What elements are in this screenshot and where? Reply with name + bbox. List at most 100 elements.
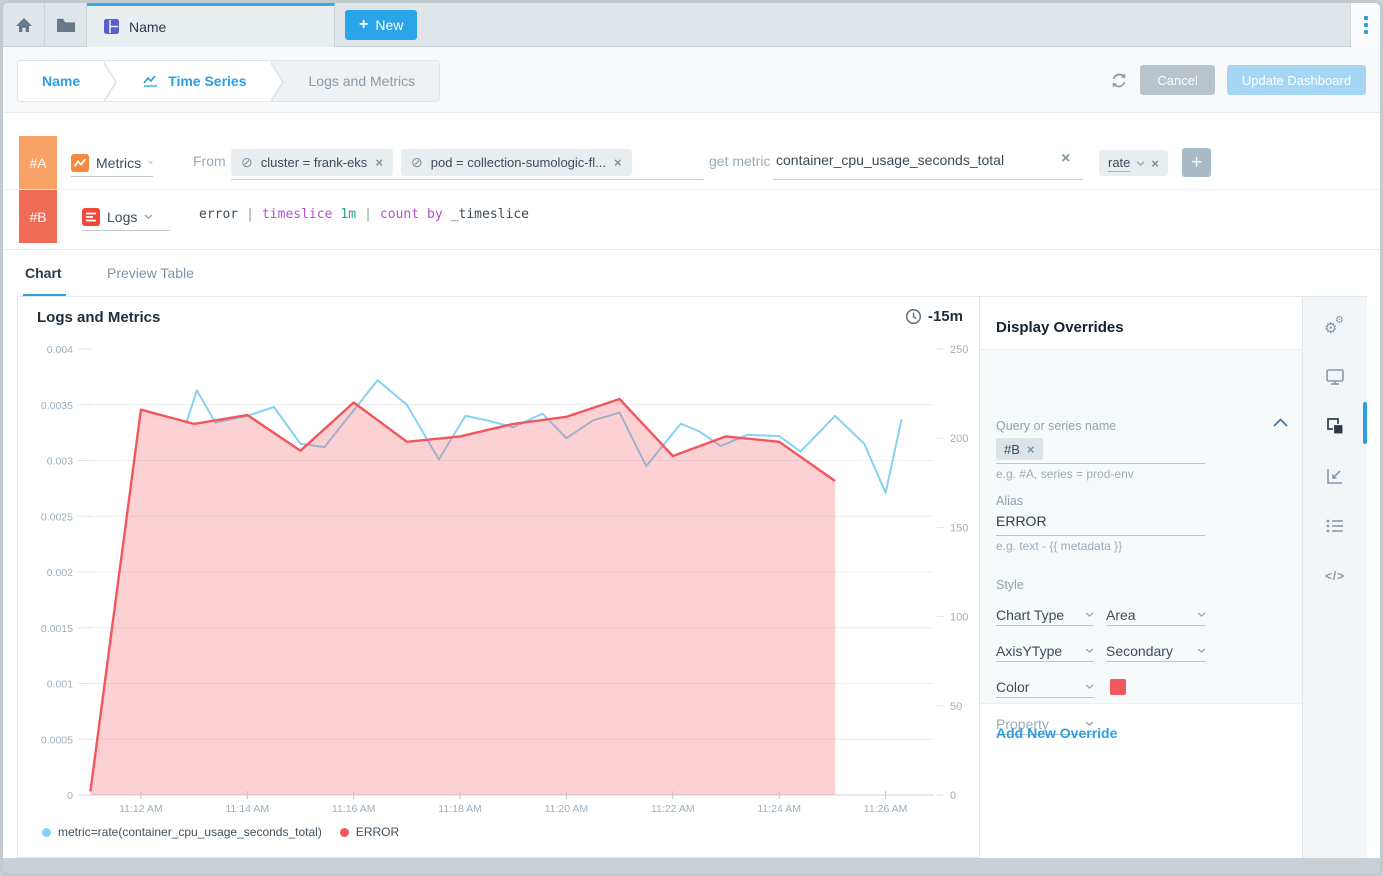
- from-label: From: [193, 153, 226, 169]
- chevron-down-icon: [1085, 648, 1094, 653]
- alias-input[interactable]: [996, 513, 1196, 529]
- query-b-type-select[interactable]: Logs: [82, 203, 170, 231]
- svg-text:0.0005: 0.0005: [41, 734, 73, 746]
- add-new-override-link[interactable]: Add New Override: [996, 725, 1117, 741]
- rail-overrides-button[interactable]: [1303, 411, 1367, 441]
- override-query-chip[interactable]: #B ×: [996, 438, 1043, 460]
- kebab-menu[interactable]: [1350, 3, 1380, 47]
- axes-icon: [1326, 467, 1344, 485]
- query-token: |: [246, 207, 254, 222]
- kebab-dot: [1364, 23, 1368, 27]
- chevron-down-icon: [1136, 161, 1145, 166]
- style-row-chart-type: Chart Type Area: [996, 604, 1286, 628]
- rail-display-button[interactable]: [1303, 362, 1367, 392]
- filter-chip-label: cluster = frank-eks: [261, 155, 368, 170]
- alias-hint: e.g. text - {{ metadata }}: [996, 539, 1122, 553]
- breadcrumb-panel-type-label: Time Series: [168, 73, 246, 89]
- breadcrumb-dashboard-label: Name: [42, 73, 80, 89]
- svg-text:11:24 AM: 11:24 AM: [757, 803, 801, 815]
- metrics-icon: [71, 154, 89, 172]
- rail-code-button[interactable]: </>: [1303, 561, 1367, 591]
- style-value-select[interactable]: Area: [1106, 604, 1206, 626]
- breadcrumb-dashboard[interactable]: Name: [18, 61, 104, 101]
- style-prop-select[interactable]: Color: [996, 676, 1094, 698]
- exclude-icon: ⊘: [411, 154, 423, 171]
- query-token: by: [427, 207, 443, 222]
- svg-text:0.0025: 0.0025: [41, 511, 73, 523]
- active-rail-indicator: [1363, 402, 1367, 444]
- timeseries-chart: 00.00050.0010.00150.0020.00250.0030.0035…: [18, 297, 979, 857]
- tab-chart[interactable]: Chart: [25, 265, 62, 281]
- dashboard-tab[interactable]: Name: [87, 3, 335, 47]
- window-frame: Name + New Name Time Series Logs and Met: [0, 0, 1383, 876]
- rail-list-button[interactable]: [1303, 511, 1367, 541]
- query-row-a: #A Metrics From ⊘ cluster = frank-eks × …: [3, 136, 1380, 189]
- breadcrumb-panel-type[interactable]: Time Series: [118, 61, 270, 101]
- svg-text:11:12 AM: 11:12 AM: [119, 803, 163, 815]
- style-value-label: Area: [1106, 607, 1136, 623]
- remove-filter-icon[interactable]: ×: [614, 155, 622, 170]
- chart-card: 00.00050.0010.00150.0020.00250.0030.0035…: [17, 296, 980, 858]
- gears-icon: ⚙⚙: [1324, 319, 1346, 339]
- cancel-button[interactable]: Cancel: [1140, 65, 1214, 95]
- svg-text:0.0015: 0.0015: [41, 623, 73, 635]
- override-query-chip-label: #B: [1004, 442, 1020, 457]
- query-token: |: [364, 207, 372, 222]
- legend-dot: [340, 828, 349, 837]
- svg-text:0.0035: 0.0035: [41, 400, 73, 412]
- breadcrumb-panel-name[interactable]: Logs and Metrics: [285, 61, 440, 101]
- refresh-icon[interactable]: [1110, 72, 1128, 89]
- svg-text:200: 200: [950, 433, 968, 445]
- tab-title: Name: [129, 19, 166, 35]
- logs-query[interactable]: error|timeslice1m|countby_timeslice: [199, 207, 537, 222]
- clock-icon: [905, 308, 922, 325]
- alias-label: Alias: [996, 494, 1023, 508]
- style-value-select[interactable]: Secondary: [1106, 640, 1206, 662]
- style-prop-select[interactable]: Chart Type: [996, 604, 1094, 626]
- update-dashboard-button[interactable]: Update Dashboard: [1227, 65, 1366, 95]
- main-area: 00.00050.0010.00150.0020.00250.0030.0035…: [3, 296, 1380, 858]
- color-swatch[interactable]: [1110, 679, 1126, 695]
- tab-preview-table[interactable]: Preview Table: [107, 265, 194, 281]
- query-series-label: Query or series name: [996, 419, 1116, 433]
- svg-text:11:26 AM: 11:26 AM: [864, 803, 908, 815]
- add-operator-button[interactable]: +: [1182, 148, 1211, 177]
- query-b-type-label: Logs: [107, 209, 137, 225]
- chevron-down-icon: [144, 214, 153, 219]
- operator-label: rate: [1108, 155, 1130, 172]
- query-token: _timeslice: [451, 207, 529, 222]
- svg-text:0: 0: [950, 790, 956, 802]
- svg-text:250: 250: [950, 344, 968, 356]
- remove-operator-icon[interactable]: ×: [1151, 156, 1159, 171]
- library-button[interactable]: [45, 3, 87, 47]
- new-button[interactable]: + New: [345, 10, 417, 40]
- clear-metric-icon[interactable]: ×: [1061, 150, 1070, 168]
- chevron-down-icon: [1197, 612, 1206, 617]
- metric-input[interactable]: [776, 152, 1046, 168]
- filter-chip-label: pod = collection-sumologic-fl...: [431, 155, 606, 170]
- query-a-type-select[interactable]: Metrics: [71, 149, 153, 177]
- filters-underline: [231, 179, 703, 180]
- remove-filter-icon[interactable]: ×: [375, 155, 383, 170]
- style-prop-select[interactable]: AxisYType: [996, 640, 1094, 662]
- query-underline: [996, 463, 1205, 464]
- collapse-chevron-icon[interactable]: [1273, 418, 1288, 427]
- style-row-axis-y-type: AxisYType Secondary: [996, 640, 1286, 664]
- operator-chip[interactable]: rate ×: [1099, 150, 1168, 176]
- filter-chip-cluster[interactable]: ⊘ cluster = frank-eks ×: [231, 149, 393, 176]
- home-button[interactable]: [3, 3, 45, 47]
- chart-legend: metric=rate(container_cpu_usage_seconds_…: [42, 825, 399, 839]
- query-editor: #A Metrics From ⊘ cluster = frank-eks × …: [3, 113, 1380, 250]
- list-icon: [1326, 519, 1344, 533]
- filter-chip-pod[interactable]: ⊘ pod = collection-sumologic-fl... ×: [401, 149, 632, 176]
- rail-settings-button[interactable]: ⚙⚙: [1303, 314, 1367, 344]
- rail-axes-button[interactable]: [1303, 461, 1367, 491]
- remove-query-chip-icon[interactable]: ×: [1027, 442, 1035, 457]
- app-surface: Name + New Name Time Series Logs and Met: [3, 3, 1380, 858]
- monitor-icon: [1326, 369, 1344, 385]
- legend-item: ERROR: [340, 825, 399, 839]
- svg-text:150: 150: [950, 522, 968, 534]
- svg-text:0.004: 0.004: [47, 344, 73, 356]
- overrides-title: Display Overrides: [996, 319, 1124, 336]
- style-value-label: Secondary: [1106, 643, 1173, 659]
